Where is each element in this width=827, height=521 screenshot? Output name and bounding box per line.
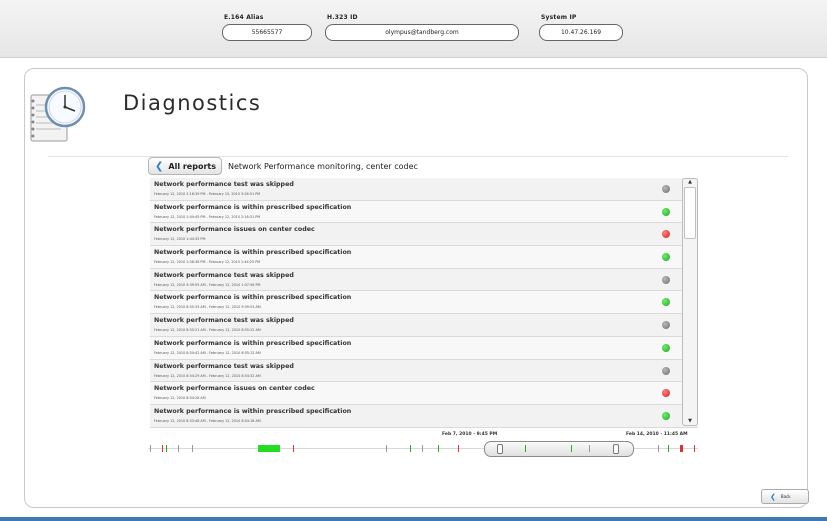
report-list-scrollbar[interactable]: ▲ ▼ [682,178,698,426]
timeline-start-label: Feb 7, 2010 - 9:45 PM [442,432,498,437]
report-date: February 12, 2010 2:16:39 PM - February … [154,192,261,196]
report-title: Network performance is within prescribed… [154,203,352,211]
scroll-up-icon[interactable]: ▲ [684,179,696,186]
timeline-marker [410,445,411,452]
timeline-marker [658,445,659,452]
h323-id-field: olympus@tandberg.com [325,24,519,41]
status-indicator-icon [662,298,670,307]
range-start-handle[interactable] [497,444,503,454]
e164-alias-label: E.164 Alias [224,14,264,21]
list-item[interactable]: Network performance issues on center cod… [150,223,698,247]
timeline-marker [694,445,695,452]
report-date: February 12, 2010 1:44:35 PM [154,237,206,242]
bottom-accent-bar [0,517,827,521]
timeline-marker [386,445,387,452]
range-end-handle[interactable] [613,444,619,454]
status-indicator-icon [662,366,670,375]
timeline-marker [438,445,439,452]
all-reports-button[interactable]: ❮ All reports [148,157,222,175]
report-title: Network performance is within prescribed… [154,249,352,257]
list-item[interactable]: Network performance is within prescribed… [150,200,698,224]
timeline-marker [589,445,590,452]
status-indicator-icon [662,207,670,216]
timeline-marker [571,445,572,452]
breadcrumb: ❮ All reports Network Performance monito… [148,157,418,175]
h323-id-group: H.323 ID olympus@tandberg.com [325,14,519,41]
report-date: February 12, 2010 8:54:29 AM - February … [154,373,261,378]
system-ip-field: 10.47.26.169 [539,24,623,41]
list-item[interactable]: Network performance is within prescribed… [150,291,698,315]
status-indicator-icon [662,253,670,262]
report-list: Network performance test was skipped Febr… [150,178,698,428]
timeline-marker [668,445,669,452]
top-status-bar: E.164 Alias 55665577 H.323 ID olympus@ta… [0,0,827,58]
report-title: Network performance test was skipped [154,317,294,325]
timeline-marker [422,445,423,452]
report-title: Network performance test was skipped [154,362,294,370]
back-label: Back [780,494,791,499]
report-date: February 12, 2010 8:55:33 AM - February … [154,305,261,310]
timeline-marker [192,445,193,452]
status-indicator-icon [662,389,670,398]
list-item[interactable]: Network performance test was skipped Febr… [150,314,698,337]
scroll-down-icon[interactable]: ▼ [684,418,696,425]
system-ip-label: System IP [541,14,577,21]
scrollbar-thumb[interactable] [684,187,696,239]
status-indicator-icon [662,411,670,420]
list-item[interactable]: Network performance is within prescribed… [150,246,698,269]
diagnostics-clock-icon [30,86,86,142]
status-indicator-icon [662,321,670,330]
page-title: Diagnostics [123,91,262,115]
timeline-marker [162,445,163,452]
report-date: February 12, 2010 8:54:28 AM [154,396,206,401]
list-item[interactable]: Network performance is within prescribed… [150,336,698,360]
timeline-marker [258,445,280,452]
report-date: February 12, 2010 8:53:48 AM - February … [154,418,261,423]
system-ip-group: System IP 10.47.26.169 [539,14,623,41]
timeline-marker [178,445,179,452]
report-date: February 12, 2010 1:44:45 PM - February … [154,214,261,219]
chevron-left-icon: ❮ [155,160,164,172]
report-title: Network performance test was skipped [154,181,294,188]
timeline-marker [166,445,167,452]
status-indicator-icon [662,185,670,193]
timeline-end-label: Feb 14, 2010 - 11:45 AM [626,432,688,437]
report-title: Network performance issues on center cod… [154,226,315,234]
list-item[interactable]: Network performance test was skipped Febr… [150,359,698,383]
report-title: Network performance is within prescribed… [154,294,352,302]
timeline-marker [150,445,151,452]
report-title: Network performance is within prescribed… [154,407,352,415]
timeline-marker [680,445,683,452]
report-title: Network performance test was skipped [154,271,294,279]
list-item[interactable]: Network performance test was skipped Febr… [150,268,698,292]
report-date: February 12, 2010 9:39:55 AM - February … [154,282,261,287]
list-item[interactable]: Network performance issues on center cod… [150,382,698,405]
timeline-marker [525,445,526,452]
report-date: February 12, 2010 8:55:21 AM - February … [154,328,261,333]
e164-alias-group: E.164 Alias 55665577 [222,14,312,41]
timeline-marker [293,445,294,452]
chevron-left-icon: ❮ [770,492,776,501]
breadcrumb-current: Network Performance monitoring, center c… [228,161,418,171]
status-indicator-icon [662,230,670,239]
timeline-marker [458,445,459,452]
list-item[interactable]: Network performance test was skipped Febr… [150,178,698,201]
report-title: Network performance is within prescribed… [154,339,352,347]
report-title: Network performance issues on center cod… [154,385,315,393]
back-button[interactable]: ❮ Back [761,489,809,504]
list-item[interactable]: Network performance is within prescribed… [150,404,698,428]
e164-alias-field: 55665577 [222,24,312,41]
status-indicator-icon [662,275,670,284]
h323-id-label: H.323 ID [327,14,358,21]
all-reports-label: All reports [168,161,216,171]
timeline-range-selector[interactable] [484,441,634,457]
status-indicator-icon [662,343,670,352]
report-date: February 12, 2010 1:08:38 PM - February … [154,260,261,265]
report-date: February 12, 2010 8:54:42 AM - February … [154,350,261,355]
